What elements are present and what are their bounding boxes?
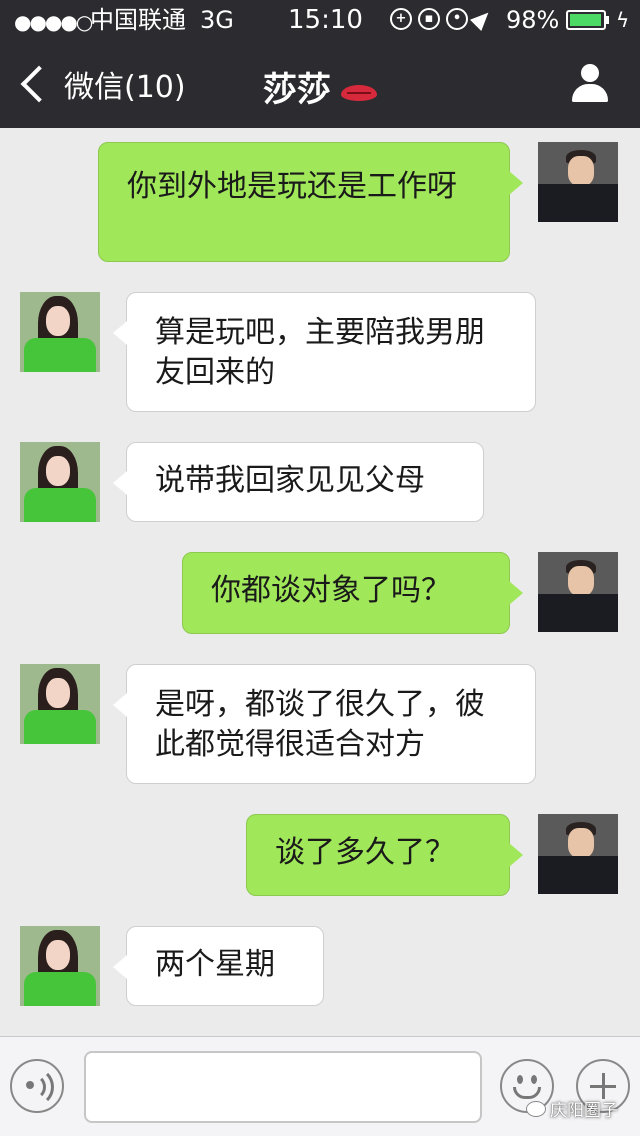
battery-icon bbox=[566, 10, 606, 30]
message-text: 谈了多久了？ bbox=[275, 835, 455, 870]
smiley-icon bbox=[517, 1075, 523, 1084]
contact-avatar[interactable] bbox=[20, 664, 100, 744]
contact-avatar[interactable] bbox=[20, 292, 100, 372]
compass-icon: + bbox=[390, 8, 412, 30]
message-input[interactable] bbox=[84, 1051, 482, 1123]
self-avatar[interactable] bbox=[538, 552, 618, 632]
battery-level bbox=[570, 14, 601, 26]
alarm-icon: • bbox=[446, 8, 468, 30]
message-text-line: 友回来的 bbox=[155, 355, 275, 390]
message-text: 两个星期 bbox=[155, 947, 275, 982]
rotation-lock-icon: ▪ bbox=[418, 8, 440, 30]
message-bubble-self[interactable]: 你都谈对象了吗？ bbox=[182, 552, 523, 634]
message-text: 说带我回家见见父母 bbox=[155, 463, 425, 498]
watermark: 庆阳圈子 bbox=[526, 1096, 618, 1121]
contact-name: 莎莎 bbox=[263, 70, 331, 110]
battery-cap bbox=[606, 16, 609, 24]
wechat-logo-icon bbox=[526, 1100, 546, 1117]
self-avatar[interactable] bbox=[538, 142, 618, 222]
watermark-text: 庆阳圈子 bbox=[550, 1101, 618, 1121]
status-icons: + ▪ • bbox=[390, 6, 495, 32]
message-text-line: 是呀，都谈了很久了，彼 bbox=[155, 687, 485, 722]
status-bar: ●●●●○ 中国联通 3G 15:10 + ▪ • 98% ϟ bbox=[0, 0, 640, 40]
message-text: 你到外地是玩还是工作呀 bbox=[127, 169, 457, 204]
signal-strength-icon: ●●●●○ bbox=[14, 10, 93, 34]
message-bubble-other[interactable]: 两个星期 bbox=[113, 926, 324, 1006]
person-icon-body bbox=[572, 84, 608, 102]
person-icon bbox=[581, 64, 599, 82]
location-icon bbox=[469, 6, 495, 32]
charging-icon: ϟ bbox=[616, 8, 630, 32]
nav-bar: 微信(10) 莎莎 bbox=[0, 40, 640, 128]
contact-avatar[interactable] bbox=[20, 442, 100, 522]
contact-profile-button[interactable] bbox=[570, 64, 610, 104]
battery-percent: 98% bbox=[506, 6, 560, 34]
voice-input-button[interactable] bbox=[10, 1059, 64, 1113]
message-text-line: 算是玩吧，主要陪我男朋 bbox=[155, 315, 485, 350]
self-avatar[interactable] bbox=[538, 814, 618, 894]
message-text: 你都谈对象了吗？ bbox=[211, 573, 451, 608]
message-text-line: 此都觉得很适合对方 bbox=[155, 727, 425, 762]
message-bubble-other[interactable]: 算是玩吧，主要陪我男朋 友回来的 bbox=[113, 292, 536, 412]
message-bubble-self[interactable]: 谈了多久了？ bbox=[246, 814, 523, 896]
message-bubble-self[interactable]: 你到外地是玩还是工作呀 bbox=[98, 142, 523, 262]
top-bar: ●●●●○ 中国联通 3G 15:10 + ▪ • 98% ϟ 微信(10) 莎… bbox=[0, 0, 640, 128]
message-bubble-other[interactable]: 是呀，都谈了很久了，彼 此都觉得很适合对方 bbox=[113, 664, 536, 784]
contact-avatar[interactable] bbox=[20, 926, 100, 1006]
carrier-name: 中国联通 bbox=[90, 6, 186, 34]
status-time: 15:10 bbox=[288, 5, 363, 35]
network-type: 3G bbox=[200, 6, 234, 34]
lips-emoji-icon bbox=[341, 84, 377, 101]
message-bubble-other[interactable]: 说带我回家见见父母 bbox=[113, 442, 484, 522]
input-bar bbox=[0, 1036, 640, 1136]
chat-title: 莎莎 bbox=[0, 62, 640, 111]
